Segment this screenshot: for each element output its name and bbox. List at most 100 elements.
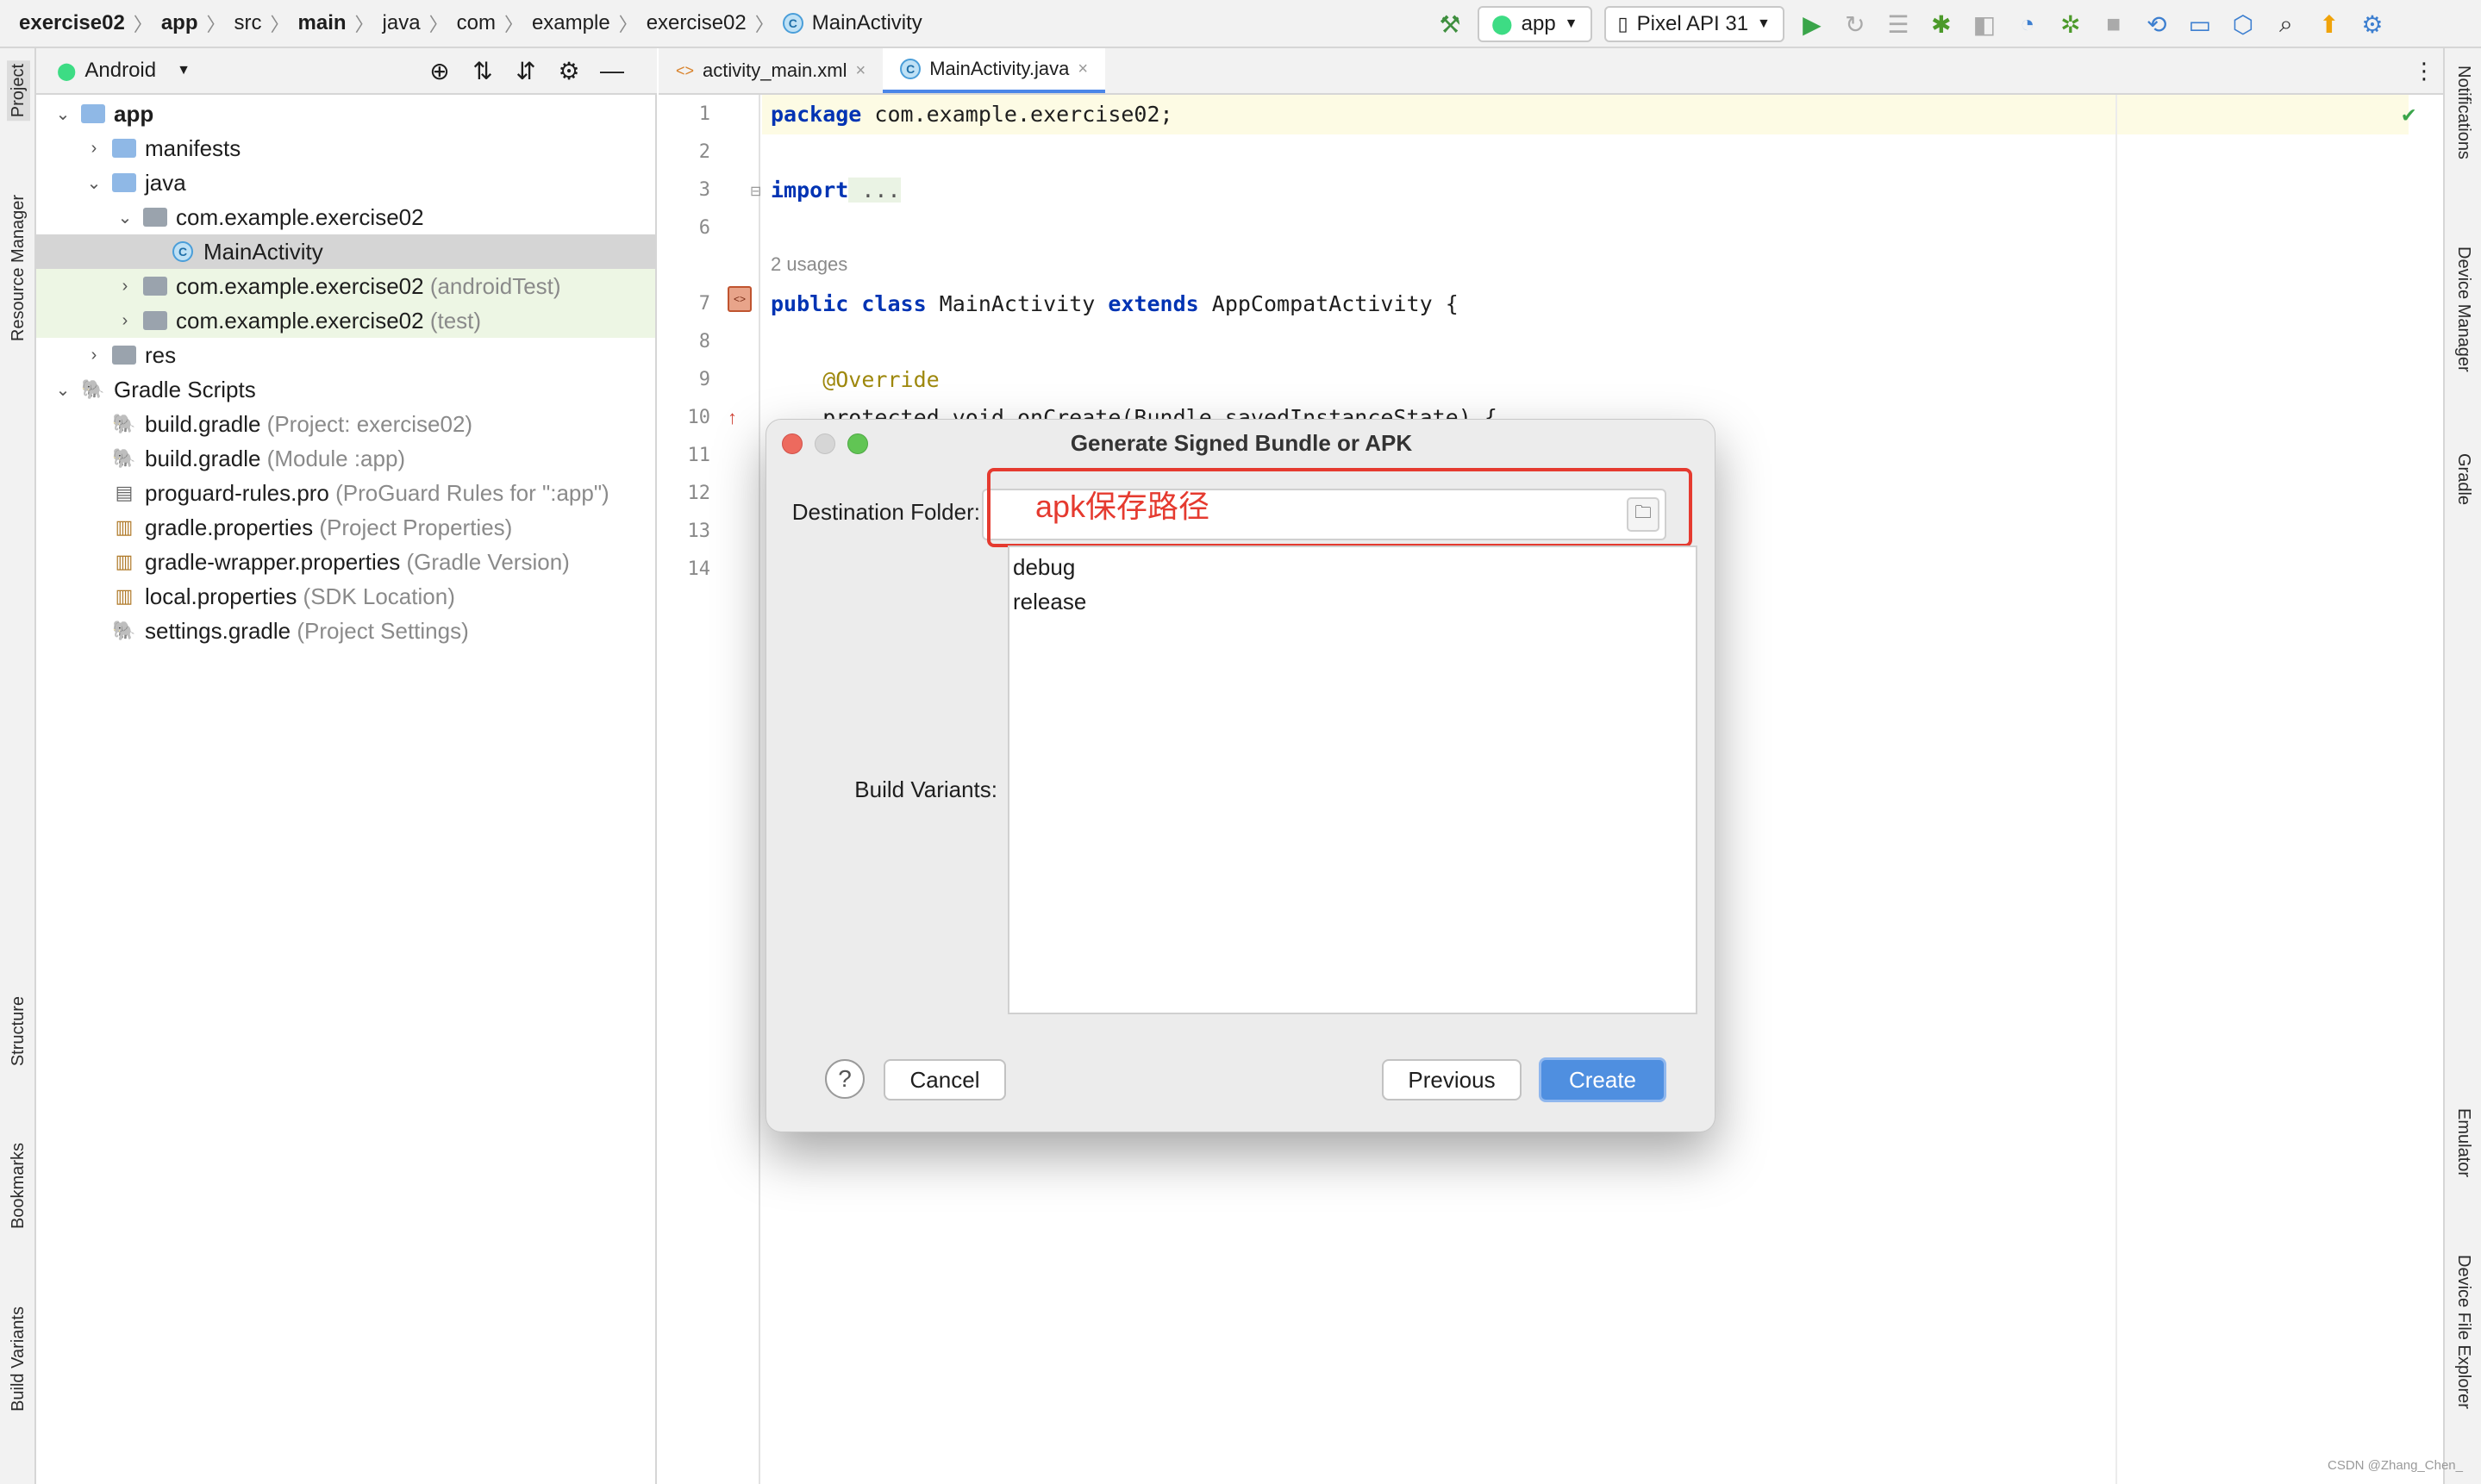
- tree-item-test-package[interactable]: › com.example.exercise02 (test): [36, 303, 655, 338]
- device-manager-icon[interactable]: ▭: [2184, 9, 2215, 40]
- stop-icon[interactable]: ■: [2098, 9, 2129, 40]
- hide-icon[interactable]: —: [597, 55, 628, 86]
- tree-item-mainactivity[interactable]: C MainActivity: [36, 234, 655, 269]
- resource-manager-tool-tab[interactable]: Resource Manager: [9, 195, 28, 341]
- tree-item-hint: (Project Settings): [297, 617, 469, 644]
- build-hammer-icon[interactable]: ⚒: [1434, 9, 1465, 40]
- class-icon: C: [782, 13, 803, 34]
- code-line: package com.example.exercise02;: [771, 102, 1173, 127]
- usages-hint[interactable]: 2 usages: [771, 253, 847, 276]
- chevron-right-icon: 〉: [270, 14, 290, 35]
- tree-item-proguard[interactable]: ▤ proguard-rules.pro (ProGuard Rules for…: [36, 476, 655, 510]
- gear-icon[interactable]: ⚙: [553, 55, 584, 86]
- line-number: 2: [698, 141, 710, 163]
- device-manager-tool-tab[interactable]: Device Manager: [2453, 246, 2473, 372]
- collapse-all-icon[interactable]: ⇵: [510, 55, 541, 86]
- bookmarks-tool-tab[interactable]: Bookmarks: [9, 1143, 28, 1229]
- emulator-tool-tab[interactable]: Emulator: [2453, 1108, 2473, 1177]
- breadcrumb-item[interactable]: exercise02: [19, 11, 125, 35]
- breadcrumb-item[interactable]: src: [234, 11, 262, 35]
- settings-icon[interactable]: ⚙: [2357, 9, 2388, 40]
- sync-gradle-icon[interactable]: ⟲: [2141, 9, 2172, 40]
- view-mode-select[interactable]: ⬤ Android ▼: [57, 48, 191, 93]
- tree-item-label: manifests: [145, 134, 241, 161]
- help-button[interactable]: ?: [825, 1059, 865, 1099]
- tree-item-app[interactable]: ⌄ app: [36, 97, 655, 131]
- expand-all-icon[interactable]: ⇅: [467, 55, 498, 86]
- tree-item-settings-gradle[interactable]: 🐘 settings.gradle (Project Settings): [36, 614, 655, 648]
- tree-item-androidtest-package[interactable]: › com.example.exercise02 (androidTest): [36, 269, 655, 303]
- override-marker-icon[interactable]: ↑: [728, 407, 737, 429]
- list-item[interactable]: release: [1013, 589, 1086, 615]
- breadcrumb-item[interactable]: com: [457, 11, 496, 35]
- notifications-tool-tab[interactable]: Notifications: [2453, 65, 2473, 159]
- breadcrumb-item[interactable]: MainActivity: [812, 11, 922, 35]
- tab-mainactivity-java[interactable]: C MainActivity.java ×: [883, 48, 1106, 93]
- tree-item-label: res: [145, 341, 177, 368]
- line-number: 12: [687, 483, 711, 504]
- layout-link-icon[interactable]: <>: [728, 286, 752, 312]
- build-variants-tool-tab[interactable]: Build Variants: [9, 1306, 28, 1412]
- class-icon: C: [900, 59, 922, 79]
- tree-item-package[interactable]: ⌄ com.example.exercise02: [36, 200, 655, 234]
- close-icon[interactable]: ×: [1078, 59, 1088, 79]
- more-options-icon[interactable]: ⋮: [2409, 55, 2440, 86]
- tree-item-label: build.gradle: [145, 445, 261, 471]
- tree-item-java[interactable]: ⌄ java: [36, 165, 655, 200]
- device-select[interactable]: ▯ Pixel API 31 ▼: [1603, 6, 1784, 42]
- tab-activity-main-xml[interactable]: <> activity_main.xml ×: [659, 48, 883, 93]
- tree-item-gradle-scripts[interactable]: ⌄ 🐘 Gradle Scripts: [36, 372, 655, 407]
- no-problems-check-icon[interactable]: ✔: [2402, 102, 2415, 128]
- coverage-icon[interactable]: ◧: [1969, 9, 2000, 40]
- update-icon[interactable]: ⬆: [2314, 9, 2345, 40]
- create-button[interactable]: Create: [1539, 1057, 1666, 1102]
- tree-item-label: proguard-rules.pro: [145, 479, 329, 506]
- chevron-right-icon: 〉: [503, 14, 523, 35]
- cancel-button[interactable]: Cancel: [884, 1059, 1006, 1101]
- project-panel-header: ⬤ Android ▼ ⊕ ⇅ ⇵ ⚙ —: [36, 48, 657, 95]
- run-config-select[interactable]: ⬤ app ▼: [1478, 6, 1592, 42]
- watermark: CSDN @Zhang_Chen_: [2328, 1458, 2463, 1473]
- list-item[interactable]: debug: [1013, 554, 1075, 581]
- breadcrumb-item[interactable]: main: [298, 11, 347, 35]
- search-icon[interactable]: ⌕: [2271, 9, 2302, 40]
- tree-item-label: gradle-wrapper.properties: [145, 548, 401, 575]
- tree-item-res[interactable]: › res: [36, 338, 655, 372]
- project-tool-tab[interactable]: Project: [7, 60, 30, 122]
- close-icon[interactable]: ×: [856, 61, 866, 81]
- apply-code-changes-icon[interactable]: ☰: [1883, 9, 1914, 40]
- folder-icon: [110, 137, 138, 159]
- breadcrumb-item[interactable]: example: [532, 11, 610, 35]
- breadcrumb: exercise02 〉 app 〉 src 〉 main 〉 java 〉 com 〉 e…: [19, 0, 922, 47]
- properties-file-icon: ▥: [115, 551, 134, 572]
- previous-button[interactable]: Previous: [1382, 1059, 1522, 1101]
- fold-icon[interactable]: ⊟: [750, 183, 761, 200]
- sdk-manager-icon[interactable]: ⬡: [2228, 9, 2259, 40]
- structure-tool-tab[interactable]: Structure: [9, 996, 28, 1066]
- breadcrumb-item[interactable]: java: [383, 11, 421, 35]
- tab-label: MainActivity.java: [929, 58, 1070, 79]
- locate-icon[interactable]: ⊕: [424, 55, 455, 86]
- tree-item-build-gradle-project[interactable]: 🐘 build.gradle (Project: exercise02): [36, 407, 655, 441]
- text-file-icon: ▤: [115, 482, 134, 503]
- tree-item-gradle-wrapper-properties[interactable]: ▥ gradle-wrapper.properties (Gradle Vers…: [36, 545, 655, 579]
- line-number: 1: [698, 103, 710, 125]
- tree-item-build-gradle-module[interactable]: 🐘 build.gradle (Module :app): [36, 441, 655, 476]
- apply-changes-icon[interactable]: ↻: [1840, 9, 1871, 40]
- breadcrumb-item[interactable]: exercise02: [647, 11, 747, 35]
- package-icon: [141, 309, 169, 332]
- module-folder-icon: [79, 103, 107, 125]
- build-variants-list[interactable]: debug release: [1008, 546, 1697, 1014]
- run-icon[interactable]: ▶: [1797, 9, 1828, 40]
- tree-item-local-properties[interactable]: ▥ local.properties (SDK Location): [36, 579, 655, 614]
- tree-item-manifests[interactable]: › manifests: [36, 131, 655, 165]
- device-label: Pixel API 31: [1636, 12, 1749, 35]
- gradle-tool-tab[interactable]: Gradle: [2453, 453, 2473, 505]
- attach-debugger-icon[interactable]: ✲: [2055, 9, 2086, 40]
- breadcrumb-item[interactable]: app: [161, 11, 198, 35]
- profile-icon[interactable]: ◔: [2012, 9, 2043, 40]
- debug-icon[interactable]: ✱: [1926, 9, 1957, 40]
- tree-item-hint: (SDK Location): [303, 583, 455, 609]
- device-file-explorer-tool-tab[interactable]: Device File Explorer: [2453, 1255, 2473, 1409]
- tree-item-gradle-properties[interactable]: ▥ gradle.properties (Project Properties): [36, 510, 655, 545]
